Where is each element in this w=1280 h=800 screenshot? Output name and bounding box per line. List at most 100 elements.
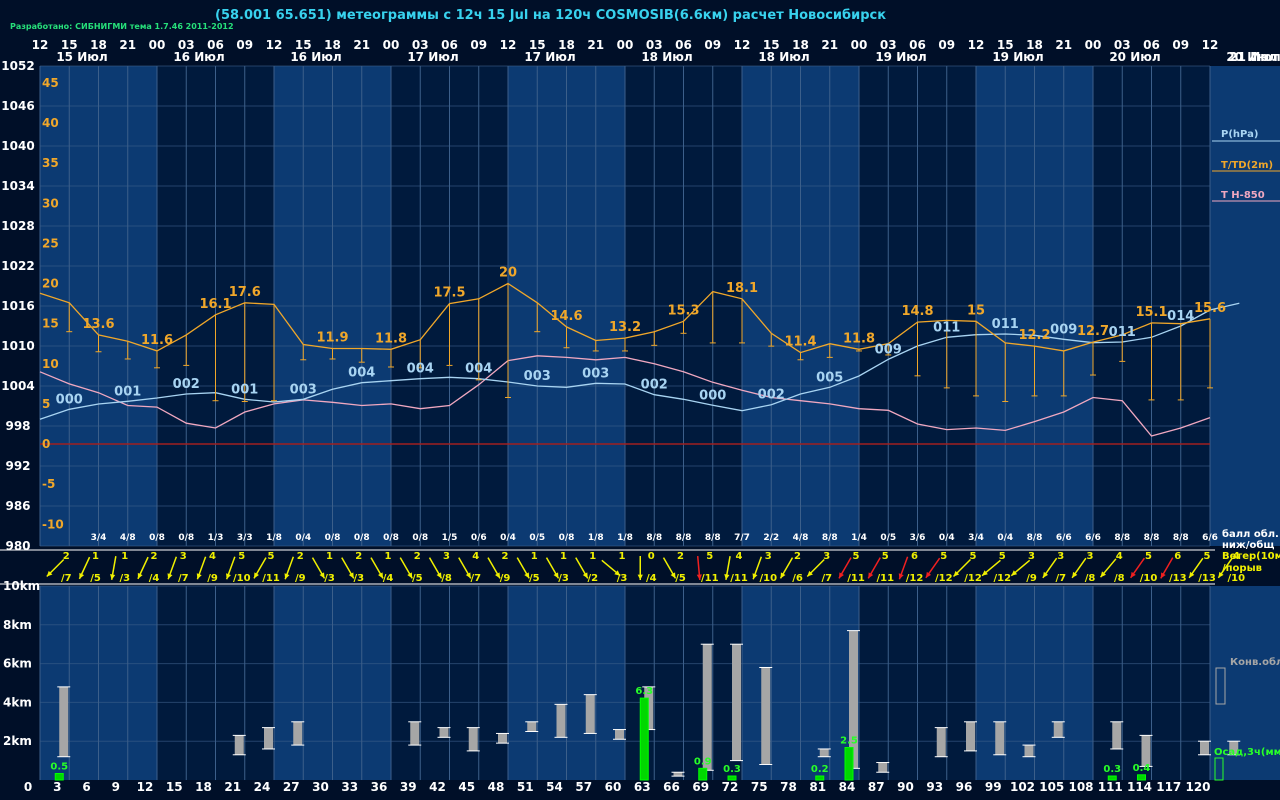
cloud-cover-value: 8/8 xyxy=(676,533,692,543)
wind-speed: 3 xyxy=(443,551,450,562)
pressure-tick: 992 xyxy=(5,459,30,473)
convective-cloud-bar xyxy=(732,644,741,761)
step-label: 60 xyxy=(605,780,622,794)
convective-cloud-bar xyxy=(878,762,888,773)
wind-speed: 0 xyxy=(648,551,655,562)
convective-cloud-bar xyxy=(264,727,273,749)
wind-speed: 3 xyxy=(1057,551,1064,562)
cloud-cover-value: 4/8 xyxy=(120,533,136,543)
cloud-cover-value: 0/8 xyxy=(559,533,575,543)
step-label: 15 xyxy=(166,780,183,794)
cloud-cover-value: 3/6 xyxy=(910,533,926,543)
temperature-label: 15.1 xyxy=(1135,305,1167,320)
hour-tick: 09 xyxy=(1172,38,1189,52)
hour-tick: 09 xyxy=(470,38,487,52)
temperature-tick: 30 xyxy=(42,196,59,210)
temperature-label: 17.5 xyxy=(433,286,465,301)
pressure-label: 014 xyxy=(1167,309,1194,324)
cloud-cover-value: 8/8 xyxy=(1144,533,1160,543)
wind-gust: /11 xyxy=(730,573,748,584)
temperature-label: 11.9 xyxy=(316,331,348,346)
temperature-tick: 10 xyxy=(42,357,59,371)
wind-speed: 2 xyxy=(63,551,70,562)
pressure-label: 002 xyxy=(758,388,785,403)
pressure-label: 011 xyxy=(992,317,1019,332)
wind-arrowhead xyxy=(724,574,730,580)
convective-cloud-bar xyxy=(556,704,566,738)
convective-cloud-bar xyxy=(1141,735,1151,767)
cloud-cover-value: 8/8 xyxy=(1173,533,1189,543)
hour-tick: 21 xyxy=(119,38,136,52)
wind-gust: /13 xyxy=(1169,573,1187,584)
pressure-label: 004 xyxy=(348,366,375,381)
pressure-label: 011 xyxy=(933,320,960,335)
wind-gust: /7 xyxy=(1055,573,1066,584)
temperature-label: 13.6 xyxy=(82,317,114,332)
wind-speed: 6 xyxy=(911,551,918,562)
wind-speed: 3 xyxy=(180,551,187,562)
temperature-label: 12.7 xyxy=(1077,324,1109,339)
cloud-cover-value: 0/8 xyxy=(178,533,194,543)
cloud-cover-value: 0/4 xyxy=(295,533,311,543)
height-tick: 10km xyxy=(3,579,40,593)
step-label: 96 xyxy=(956,780,973,794)
convective-cloud-bar xyxy=(59,686,69,757)
step-label: 87 xyxy=(868,780,885,794)
temperature-tick: 35 xyxy=(42,156,59,170)
wind-gust: /9 xyxy=(295,573,306,584)
legend-pressure: P(hPa) xyxy=(1221,129,1258,140)
cloud-cover-value: 3/3 xyxy=(237,533,253,543)
step-label: 0 xyxy=(24,780,32,794)
wind-gust: /2 xyxy=(587,573,598,584)
cloud-cover-value: 8/8 xyxy=(822,533,838,543)
cloud-cover-value: 6/6 xyxy=(1085,533,1101,543)
temperature-tick: -5 xyxy=(42,477,55,491)
cloud-cover-value: 0/4 xyxy=(939,533,955,543)
height-tick: 2km xyxy=(3,734,32,748)
wind-speed: 1 xyxy=(121,551,128,562)
temperature-label: 11.8 xyxy=(843,331,875,346)
wind-gust: /3 xyxy=(617,573,628,584)
convective-cloud-bar xyxy=(1053,721,1063,738)
step-label: 84 xyxy=(839,780,856,794)
wind-speed: 1 xyxy=(326,551,333,562)
convective-cloud-bar xyxy=(234,735,244,755)
cloud-cover-value: 1/8 xyxy=(588,533,604,543)
convective-cloud-bar xyxy=(468,727,478,751)
pressure-label: 003 xyxy=(524,369,551,384)
convective-cloud-bar xyxy=(498,733,507,744)
precip-bar xyxy=(1137,774,1146,781)
wind-speed: 1 xyxy=(589,551,596,562)
wind-gust: /8 xyxy=(1085,573,1096,584)
pressure-label: 002 xyxy=(641,378,668,393)
convective-cloud-bar xyxy=(673,772,683,777)
wind-speed: 4 xyxy=(472,551,479,562)
step-label: 51 xyxy=(517,780,534,794)
wind-gust: /10 xyxy=(1227,573,1245,584)
step-label: 114 xyxy=(1127,780,1152,794)
convective-cloud-bar xyxy=(1200,741,1209,755)
step-label: 81 xyxy=(809,780,826,794)
hour-tick: 21 xyxy=(587,38,604,52)
credit-text: Разработано: СИБНИГМИ тема 1.7.46 2011-2… xyxy=(10,22,234,31)
wind-gust: /4 xyxy=(383,573,394,584)
wind-gust: /3 xyxy=(119,573,130,584)
wind-gust: /3 xyxy=(324,573,335,584)
pressure-tick: 1010 xyxy=(1,339,34,353)
step-label: 42 xyxy=(429,780,446,794)
height-tick: 8km xyxy=(3,618,32,632)
step-label: 111 xyxy=(1098,780,1123,794)
wind-gust: /7 xyxy=(821,573,832,584)
precip-bar xyxy=(815,775,825,781)
hour-tick: 12 xyxy=(500,38,517,52)
wind-gust: /3 xyxy=(353,573,364,584)
step-label: 75 xyxy=(751,780,768,794)
cloud-cover-value: 1/8 xyxy=(266,533,282,543)
pressure-tick: 1016 xyxy=(1,299,34,313)
day-label: 17 Июл xyxy=(524,50,575,64)
wind-arrowhead xyxy=(752,573,758,580)
wind-speed: 5 xyxy=(238,551,245,562)
wind-gust: /4 xyxy=(149,573,160,584)
day-label: 21 Июл xyxy=(1229,50,1280,64)
pressure-label: 009 xyxy=(875,342,902,357)
